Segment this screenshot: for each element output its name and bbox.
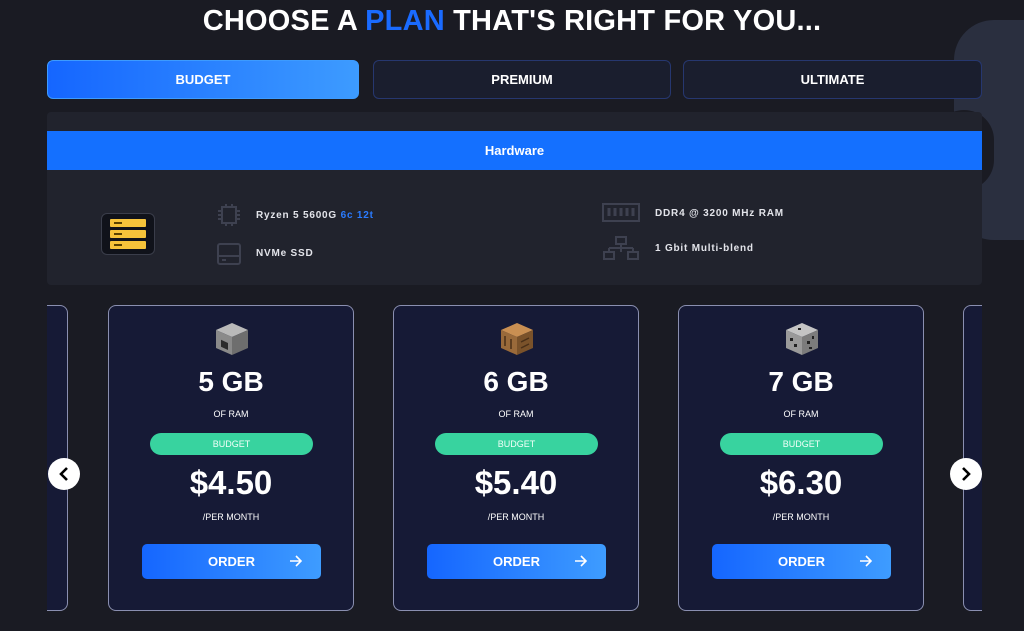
server-icon — [101, 213, 155, 255]
tier-badge: BUDGET — [720, 433, 883, 455]
chevron-left-icon — [59, 467, 68, 481]
page-title: CHOOSE A PLAN THAT'S RIGHT FOR YOU... — [202, 5, 822, 37]
arrow-right-icon — [575, 555, 588, 567]
price-period: /PER MONTH — [772, 512, 830, 522]
furnace-block-icon — [216, 323, 248, 355]
coal-ore-block-icon — [786, 323, 818, 355]
arrow-right-icon — [290, 555, 303, 567]
order-button[interactable]: ORDER — [427, 544, 606, 579]
price: $4.50 — [189, 464, 273, 501]
ram-icon — [602, 203, 640, 222]
tier-badge: BUDGET — [435, 433, 598, 455]
tab-premium[interactable]: PREMIUM — [373, 60, 671, 99]
spec-storage: NVMe SSD — [216, 241, 314, 265]
plan-card: 7 GB OF RAM BUDGET $6.30 /PER MONTH ORDE… — [678, 305, 924, 611]
carousel-next-button[interactable] — [950, 458, 982, 490]
ram-label: OF RAM — [213, 409, 249, 419]
price-period: /PER MONTH — [202, 512, 260, 522]
plan-tabs: BUDGET PREMIUM ULTIMATE — [47, 60, 982, 99]
spec-cpu: Ryzen 5 5600G 6c 12t — [216, 203, 374, 227]
network-icon — [603, 236, 639, 260]
price: $6.30 — [759, 464, 843, 501]
ram-amount: 5 GB — [198, 366, 264, 397]
ram-amount: 6 GB — [483, 366, 549, 397]
carousel-prev-button[interactable] — [48, 458, 80, 490]
tab-budget[interactable]: BUDGET — [47, 60, 359, 99]
order-button[interactable]: ORDER — [142, 544, 321, 579]
ram-label: OF RAM — [498, 409, 534, 419]
hardware-header: Hardware — [47, 131, 982, 170]
spec-network: 1 Gbit Multi-blend — [601, 236, 754, 260]
ram-amount: 7 GB — [768, 366, 834, 397]
plan-card: 5 GB OF RAM BUDGET $4.50 /PER MONTH ORDE… — [108, 305, 354, 611]
tab-ultimate[interactable]: ULTIMATE — [683, 60, 982, 99]
order-button[interactable]: ORDER — [712, 544, 891, 579]
title-accent: PLAN — [365, 5, 445, 37]
chevron-right-icon — [962, 467, 971, 481]
spec-ram: DDR4 @ 3200 MHz RAM — [601, 201, 784, 225]
arrow-right-icon — [860, 555, 873, 567]
plan-card: 6 GB OF RAM BUDGET $5.40 /PER MONTH ORDE… — [393, 305, 639, 611]
plan-carousel: 5 GB OF RAM BUDGET $4.50 /PER MONTH ORDE… — [47, 305, 982, 611]
tier-badge: BUDGET — [150, 433, 313, 455]
crafting-table-block-icon — [501, 323, 533, 355]
price-period: /PER MONTH — [487, 512, 545, 522]
ssd-icon — [217, 243, 241, 265]
ram-label: OF RAM — [783, 409, 819, 419]
cpu-icon — [218, 204, 240, 226]
price: $5.40 — [474, 464, 558, 501]
